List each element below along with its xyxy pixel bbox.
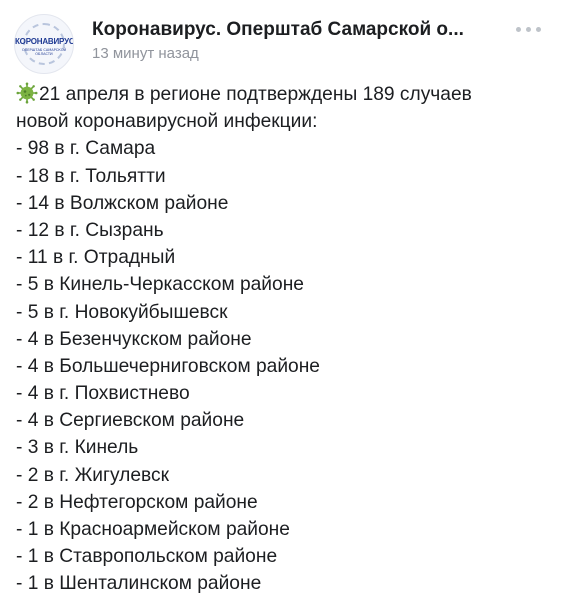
case-line: - 2 в г. Жигулевск — [16, 464, 170, 486]
case-line: - 4 в Большечерниговском районе — [16, 355, 320, 377]
post-timestamp[interactable]: 13 минут назад — [92, 45, 199, 62]
case-line: - 4 в г. Похвистнево — [16, 383, 190, 405]
post-header: КОРОНАВИРУС ОПЕРШТАБ САМАРСКОЙ ОБЛАСТИ К… — [0, 0, 567, 78]
case-line: - 3 в г. Кинель — [16, 437, 139, 459]
case-line: - 4 в Сергиевском районе — [16, 410, 245, 432]
more-dots-icon — [535, 26, 541, 32]
lead-line-continued: новой коронавирусной инфекции: — [16, 111, 318, 133]
case-line: - 5 в Кинель-Черкасском районе — [16, 274, 304, 296]
avatar-brand-subtitle: ОПЕРШТАБ САМАРСКОЙ ОБЛАСТИ — [21, 48, 67, 56]
post-text: 21 апреля в регионе подтверждены 189 слу… — [16, 81, 556, 598]
lead-line: 21 апреля в регионе подтверждены 189 слу… — [16, 81, 556, 108]
case-line: - 4 в Безенчукском районе — [16, 328, 252, 350]
case-line: - 14 в Волжском районе — [16, 192, 229, 214]
case-line: - 1 в Шенталинском районе — [16, 573, 262, 595]
avatar-brand-title: КОРОНАВИРУС — [15, 37, 74, 46]
virus-icon — [16, 82, 38, 104]
case-line: - 5 в г. Новокуйбышевск — [16, 301, 228, 323]
lead-text: 21 апреля в регионе подтверждены 189 слу… — [39, 84, 472, 105]
case-line: - 12 в г. Сызрань — [16, 219, 164, 241]
more-dots-icon — [525, 26, 531, 32]
case-line: - 98 в г. Самара — [16, 138, 156, 160]
more-dots-icon — [515, 26, 521, 32]
more-options-button[interactable] — [508, 18, 548, 40]
case-line: - 2 в Нефтегорском районе — [16, 491, 258, 513]
case-line: - 11 в г. Отрадный — [16, 247, 176, 269]
cases-list: - 98 в г. Самара - 18 в г. Тольятти - 14 в… — [16, 135, 556, 597]
case-line: - 18 в г. Тольятти — [16, 165, 166, 187]
case-line: - 1 в Красноармейском районе — [16, 519, 290, 540]
case-line: - 1 в Ставропольском районе — [16, 546, 278, 568]
page-name-link[interactable]: Коронавирус. Оперштаб Самарской о... — [92, 19, 492, 41]
page-avatar[interactable]: КОРОНАВИРУС ОПЕРШТАБ САМАРСКОЙ ОБЛАСТИ — [14, 14, 74, 74]
